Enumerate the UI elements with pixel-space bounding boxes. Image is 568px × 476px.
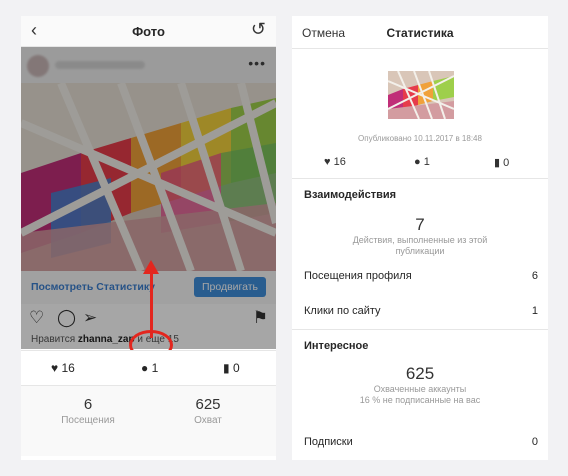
saves-count-value: 0 <box>232 361 240 375</box>
published-date: Опубликовано 10.11.2017 в 18:48 <box>358 134 482 143</box>
username[interactable] <box>55 61 145 69</box>
visits-label: Посещения <box>61 415 115 426</box>
likes-user[interactable]: zhanna_zap <box>78 334 135 345</box>
likes-count-value: 16 <box>333 156 346 168</box>
interactions-value: 7 <box>415 215 425 234</box>
website-clicks-label: Клики по сайту <box>304 305 381 317</box>
bottom-stats: 6 Посещения 625 Охват <box>21 386 276 456</box>
saves-count: ▮ 0 <box>494 157 510 169</box>
comments-count-value: 1 <box>423 156 430 168</box>
profile-visits-label: Посещения профиля <box>304 270 412 282</box>
website-clicks-row: Клики по сайту 1 <box>304 305 538 317</box>
interactions-title: Взаимодействия <box>304 189 397 201</box>
follows-row: Подписки 0 <box>304 436 538 448</box>
saves-count: ▮ 0 <box>223 361 240 375</box>
arrow-head <box>143 260 159 274</box>
share-icon[interactable]: ➢ <box>83 308 97 328</box>
reach-value: 625 <box>405 364 435 383</box>
comments-count: ● 1 <box>141 361 159 375</box>
likes-count: ♥ 16 <box>324 156 346 168</box>
website-clicks-value: 1 <box>531 305 538 317</box>
reach-value: 625 <box>195 396 221 413</box>
comments-count: ● 1 <box>414 156 430 168</box>
screen-title: Фото <box>132 24 165 39</box>
post-header: ••• <box>21 47 276 83</box>
more-icon[interactable]: ••• <box>248 55 266 71</box>
heart-icon[interactable]: ♡ <box>29 308 44 328</box>
comment-icon[interactable]: ◯ <box>57 308 76 328</box>
post-screen: ‹ Фото ↺ ••• Посмотреть Статистику Продв… <box>21 16 276 460</box>
follows-value: 0 <box>531 436 538 448</box>
avatar[interactable] <box>27 55 49 77</box>
insights-counts: ♥ 16 ● 1 ▮ 0 <box>292 156 548 176</box>
visits-stat: 6 Посещения <box>43 396 133 426</box>
arrow-line <box>150 274 153 338</box>
saves-count-value: 0 <box>503 157 510 169</box>
profile-visits-value: 6 <box>531 270 538 282</box>
reach-stat: 625 Охват <box>163 396 253 426</box>
likes-count-value: 16 <box>61 361 75 375</box>
discovery-title: Интересное <box>304 340 369 352</box>
stats-bar: Посмотреть Статистику Продвигать <box>21 271 276 304</box>
promote-button[interactable]: Продвигать <box>194 277 266 297</box>
follows-label: Подписки <box>304 436 353 448</box>
interactions-section: Взаимодействия 7 Действия, выполненные и… <box>292 178 548 329</box>
view-insights-link[interactable]: Посмотреть Статистику <box>31 281 155 293</box>
counts-row: ♥ 16 ● 1 ▮ 0 <box>21 350 276 386</box>
comments-count-value: 1 <box>151 361 159 375</box>
visits-value: 6 <box>83 396 93 413</box>
likes-count: ♥ 16 <box>51 361 75 375</box>
top-bar: ‹ Фото ↺ <box>21 16 276 47</box>
insights-title: Статистика <box>386 26 454 40</box>
post-thumbnail <box>388 71 454 119</box>
likes-prefix: Нравится <box>31 334 78 345</box>
interactions-caption: Действия, выполненные из этой публикации <box>352 235 488 256</box>
rotate-icon[interactable]: ↺ <box>251 19 266 40</box>
discovery-section: Интересное 625 Охваченные аккаунты 16 % … <box>292 329 548 460</box>
profile-visits-row: Посещения профиля 6 <box>304 270 538 282</box>
non-followers-caption: 16 % не подписанные на вас <box>359 395 481 405</box>
reach-caption: Охваченные аккаунты <box>373 384 467 394</box>
bookmark-icon[interactable]: ⚑ <box>253 308 268 328</box>
reach-label: Охват <box>194 415 222 426</box>
insights-top-bar: Отмена Статистика <box>292 16 548 49</box>
insights-screen: Отмена Статистика Опубликовано 10.11.201… <box>292 16 548 460</box>
post-photo <box>21 83 276 271</box>
